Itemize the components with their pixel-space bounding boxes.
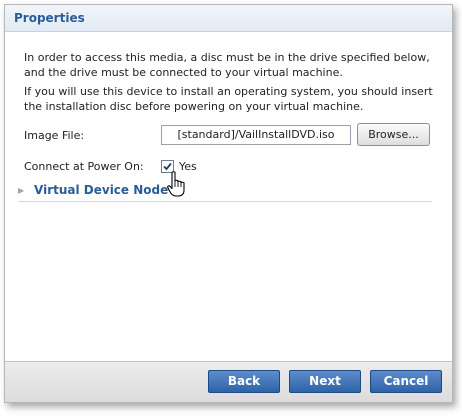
dialog-footer: Back Next Cancel <box>5 361 452 402</box>
image-file-field[interactable]: [standard]/VailInstallDVD.iso <box>161 125 351 145</box>
info-paragraph-2: If you will use this device to install a… <box>24 85 433 113</box>
info-paragraph-1: In order to access this media, a disc mu… <box>24 51 430 79</box>
image-file-label: Image File: <box>24 129 85 142</box>
properties-dialog: Properties In order to access this media… <box>4 4 453 403</box>
panel-title: Properties <box>5 5 452 32</box>
cancel-button[interactable]: Cancel <box>370 370 442 393</box>
virtual-device-node-title[interactable]: Virtual Device Node <box>34 183 168 198</box>
hand-pointer-icon <box>167 171 185 197</box>
virtual-device-node-section[interactable]: ▶ Virtual Device Node <box>18 183 432 202</box>
browse-button[interactable]: Browse... <box>357 123 430 146</box>
next-button[interactable]: Next <box>289 370 361 393</box>
triangle-right-icon[interactable]: ▶ <box>18 186 24 196</box>
connect-at-power-on-label: Connect at Power On: <box>24 160 144 173</box>
back-button[interactable]: Back <box>208 370 280 393</box>
